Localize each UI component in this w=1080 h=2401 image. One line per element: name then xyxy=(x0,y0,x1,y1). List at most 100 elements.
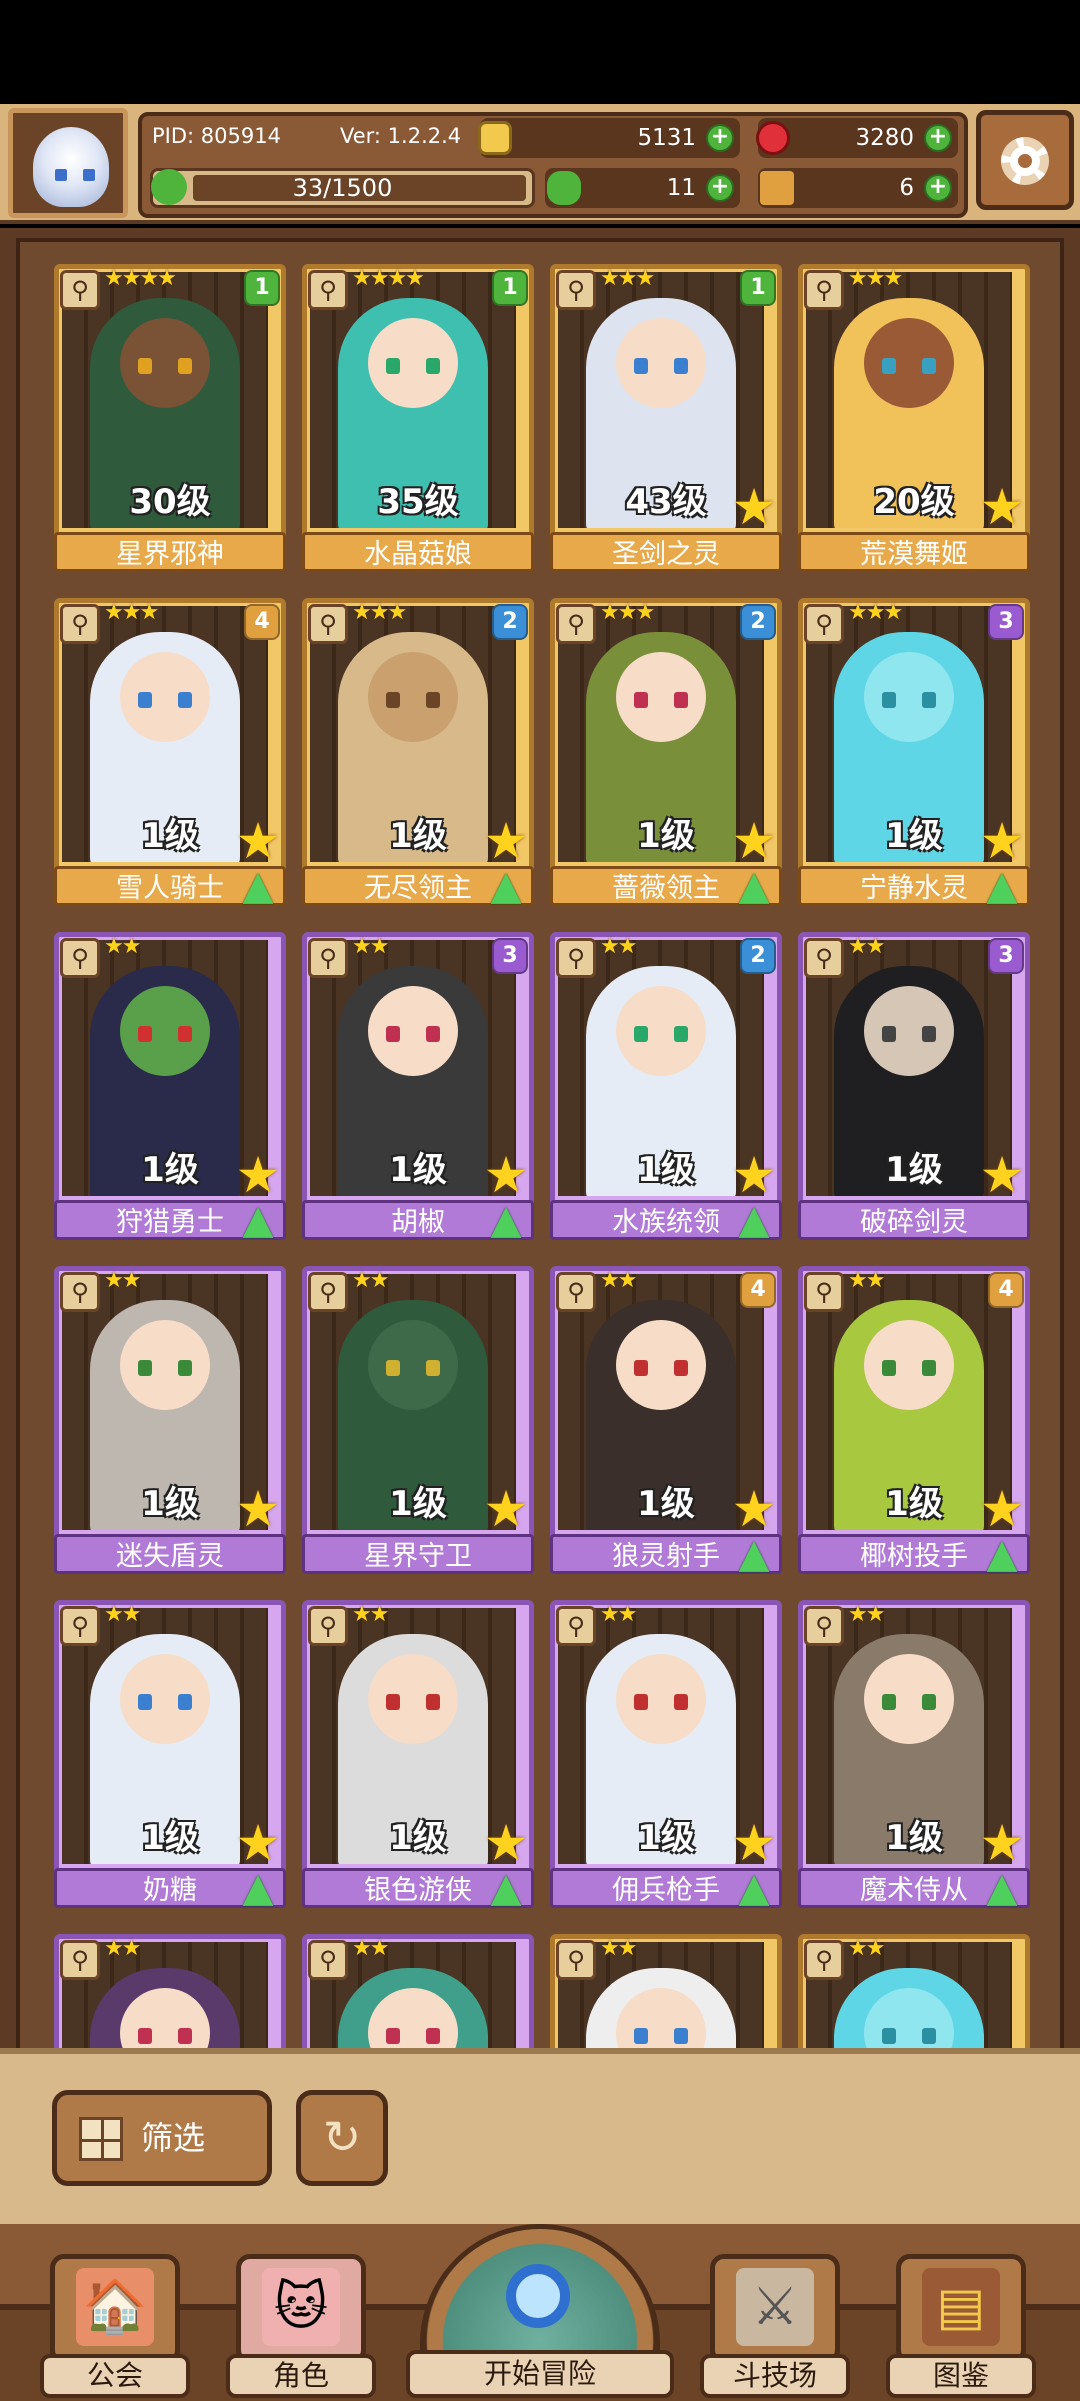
character-name: 星界守卫 xyxy=(302,1534,534,1574)
star-rating: ★★ xyxy=(352,934,389,959)
add-clover-button[interactable]: + xyxy=(706,174,734,202)
weapon-type-icon: ⚲ xyxy=(556,1272,596,1312)
character-eye xyxy=(426,358,440,374)
character-eye xyxy=(882,692,896,708)
character-card[interactable]: ⚲ ★★★ 20级 荒漠舞姬 ★ xyxy=(798,264,1030,572)
character-card[interactable]: ⚲ ★★ 1级 迷失盾灵 ★ xyxy=(54,1266,286,1574)
character-eye xyxy=(386,2028,400,2044)
weapon-type-icon: ⚲ xyxy=(60,270,100,310)
nav-arena[interactable]: ⚔ 斗技场 xyxy=(700,2254,850,2401)
character-name: 圣剑之灵 xyxy=(550,532,782,572)
character-face xyxy=(616,1654,706,1744)
character-eye xyxy=(922,1026,936,1042)
character-card[interactable]: ⚲ ★★★ 2 1级 无尽领主 ★ ▲ xyxy=(302,598,534,906)
character-grid-area: ⚲ ★★★★ 1 30级 星界邪神 ⚲ ★★★★ 1 35级 水晶菇娘 ⚲ ★★★ 1 43级 圣剑之灵 ★ ⚲… xyxy=(0,228,1080,2224)
character-eye xyxy=(178,1694,192,1710)
character-eye xyxy=(386,1026,400,1042)
nav-guild[interactable]: 🏠 公会 xyxy=(40,2254,190,2401)
character-eye xyxy=(922,1694,936,1710)
weapon-type-icon: ⚲ xyxy=(804,1606,844,1646)
character-eye xyxy=(138,2028,152,2044)
character-face xyxy=(368,986,458,1076)
star-rating: ★★★ xyxy=(600,266,655,291)
character-name: 破碎剑灵 xyxy=(798,1200,1030,1240)
character-card[interactable]: ⚲ ★★ 1级 狩猎勇士 ★ ▲ xyxy=(54,932,286,1240)
nav-character-label: 角色 xyxy=(226,2354,376,2398)
rank-badge: 1 xyxy=(244,270,280,306)
character-eye xyxy=(426,1694,440,1710)
character-eye xyxy=(426,2028,440,2044)
bottom-navigation: 🏠 公会 🐱 角色 开始冒险 ⚔ 斗技场 ▤ 图鉴 xyxy=(0,2224,1080,2401)
weapon-type-icon: ⚲ xyxy=(308,1940,348,1980)
character-level: 30级 xyxy=(129,482,211,522)
character-eye xyxy=(882,1694,896,1710)
character-face xyxy=(120,652,210,742)
star-rating: ★★ xyxy=(848,934,885,959)
character-card[interactable]: ⚲ ★★★ 3 1级 宁静水灵 ★ ▲ xyxy=(798,598,1030,906)
top-resource-bar: PID: 805914 Ver: 1.2.2.4 33/1500 5131 + … xyxy=(0,104,1080,224)
weapon-type-icon: ⚲ xyxy=(308,270,348,310)
weapon-type-icon: ⚲ xyxy=(804,1272,844,1312)
weapon-type-icon: ⚲ xyxy=(556,270,596,310)
character-eye xyxy=(922,2028,936,2044)
weapon-type-icon: ⚲ xyxy=(556,604,596,644)
character-face xyxy=(120,318,210,408)
add-gold-button[interactable]: + xyxy=(706,124,734,152)
add-key-button[interactable]: + xyxy=(924,174,952,202)
character-card[interactable]: ⚲ ★★ 1级 魔术侍从 ★ ▲ xyxy=(798,1600,1030,1908)
character-card[interactable]: ⚲ ★★★ 2 1级 蔷薇领主 ★ ▲ xyxy=(550,598,782,906)
character-eye xyxy=(634,692,648,708)
reset-sort-button[interactable]: ↻ xyxy=(296,2090,388,2186)
gold-counter: 5131 + xyxy=(478,118,740,158)
gem-value: 3280 xyxy=(855,125,914,151)
character-card[interactable]: ⚲ ★★ 3 1级 破碎剑灵 ★ xyxy=(798,932,1030,1240)
character-level: 35级 xyxy=(377,482,459,522)
filter-button[interactable]: 筛选 xyxy=(52,2090,272,2186)
character-card[interactable]: ⚲ ★★★★ 1 30级 星界邪神 xyxy=(54,264,286,572)
level-up-arrow-icon: ▲ xyxy=(986,1531,1018,1577)
add-gem-button[interactable]: + xyxy=(924,124,952,152)
character-eye xyxy=(138,1026,152,1042)
character-card[interactable]: ⚲ ★★ 1级 银色游侠 ★ ▲ xyxy=(302,1600,534,1908)
star-rating: ★★ xyxy=(104,934,141,959)
weapon-type-icon: ⚲ xyxy=(308,938,348,978)
star-upgrade-icon: ★ xyxy=(979,478,1025,536)
character-eye xyxy=(178,1026,192,1042)
character-eye xyxy=(922,692,936,708)
character-face xyxy=(368,318,458,408)
character-eye xyxy=(674,1026,688,1042)
player-id: PID: 805914 xyxy=(152,124,281,148)
character-card[interactable]: ⚲ ★★ 4 1级 椰树投手 ★ ▲ xyxy=(798,1266,1030,1574)
nav-codex[interactable]: ▤ 图鉴 xyxy=(886,2254,1036,2401)
character-eye xyxy=(922,358,936,374)
character-card[interactable]: ⚲ ★★ 1级 奶糖 ★ ▲ xyxy=(54,1600,286,1908)
character-card[interactable]: ⚲ ★★ 1级 星界守卫 ★ xyxy=(302,1266,534,1574)
character-card[interactable]: ⚲ ★★★ 1 43级 圣剑之灵 ★ xyxy=(550,264,782,572)
character-eye xyxy=(674,2028,688,2044)
red-gem-icon xyxy=(756,121,790,155)
star-rating: ★★ xyxy=(848,1602,885,1627)
character-eye xyxy=(386,1360,400,1376)
character-card[interactable]: ⚲ ★★★ 4 1级 雪人骑士 ★ ▲ xyxy=(54,598,286,906)
settings-button[interactable] xyxy=(976,110,1074,210)
character-card[interactable]: ⚲ ★★ 1级 佣兵枪手 ★ ▲ xyxy=(550,1600,782,1908)
star-upgrade-icon: ★ xyxy=(731,478,777,536)
status-bar xyxy=(0,0,1080,104)
player-avatar[interactable] xyxy=(8,108,128,218)
filter-label: 筛选 xyxy=(141,2119,206,2157)
character-card[interactable]: ⚲ ★★★★ 1 35级 水晶菇娘 xyxy=(302,264,534,572)
nav-character[interactable]: 🐱 角色 xyxy=(226,2254,376,2401)
level-up-arrow-icon: ▲ xyxy=(738,863,770,909)
character-face xyxy=(616,318,706,408)
character-card[interactable]: ⚲ ★★ 4 1级 狼灵射手 ★ ▲ xyxy=(550,1266,782,1574)
nav-start-adventure[interactable]: 开始冒险 xyxy=(406,2224,674,2401)
character-card[interactable]: ⚲ ★★ 3 1级 胡椒 ★ ▲ xyxy=(302,932,534,1240)
character-eye xyxy=(178,1360,192,1376)
character-eye xyxy=(882,1026,896,1042)
weapon-type-icon: ⚲ xyxy=(308,604,348,644)
character-card[interactable]: ⚲ ★★ 2 1级 水族统领 ★ ▲ xyxy=(550,932,782,1240)
character-face xyxy=(864,986,954,1076)
character-name: 水晶菇娘 xyxy=(302,532,534,572)
level-up-arrow-icon: ▲ xyxy=(738,1531,770,1577)
clover-value: 11 xyxy=(666,175,696,201)
